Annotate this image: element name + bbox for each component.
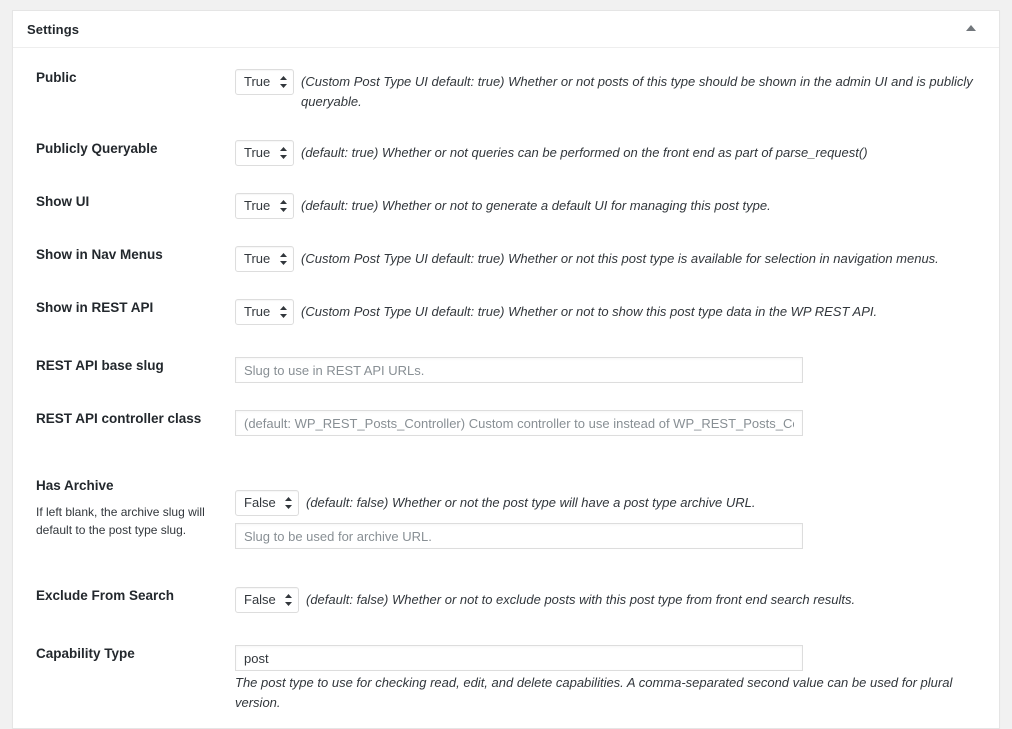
select-wrap-show-in-nav-menus: True [235,246,301,273]
field-control-cell-capability-type: The post type to use for checking read, … [235,645,999,713]
field-label-cell-show-ui: Show UI [13,193,235,211]
description-show-in-nav-menus: (Custom Post Type UI default: true) Whet… [301,251,939,267]
field-row-rest-api-base-slug: REST API base slug [13,357,999,384]
description-show-ui: (default: true) Whether or not to genera… [301,198,771,214]
settings-panel-header[interactable]: Settings [13,11,999,48]
settings-panel: Settings Public True (Custom Post Type U… [12,10,1000,729]
field-control-cell-rest-api-controller-class [235,410,999,437]
select-wrap-show-ui: True [235,193,301,220]
input-has-archive-slug[interactable] [235,523,803,550]
description-has-archive: (default: false) Whether or not the post… [306,495,756,511]
field-row-exclude-from-search: Exclude From Search False (default: fals… [13,587,999,614]
field-label-cell-show-in-nav-menus: Show in Nav Menus [13,246,235,264]
field-row-show-in-rest-api: Show in REST API True (Custom Post Type … [13,299,999,326]
field-control-cell-exclude-from-search: False (default: false) Whether or not to… [235,587,999,614]
description-capability-type: The post type to use for checking read, … [235,675,953,711]
field-control-cell-show-in-rest-api: True (Custom Post Type UI default: true)… [235,299,999,326]
field-label-cell-public: Public [13,69,235,87]
select-show-in-nav-menus[interactable]: True [235,246,294,273]
field-row-has-archive: Has Archive If left blank, the archive s… [13,477,999,550]
select-exclude-from-search[interactable]: False [235,587,299,614]
select-wrap-has-archive: False [235,490,306,517]
field-control-cell-publicly-queryable: True (default: true) Whether or not quer… [235,140,999,167]
field-control-cell-show-in-nav-menus: True (Custom Post Type UI default: true)… [235,246,999,273]
field-row-rest-api-controller-class: REST API controller class [13,410,999,437]
label-public: Public [36,70,77,85]
select-public[interactable]: True [235,69,294,95]
select-wrap-publicly-queryable: True [235,140,301,167]
field-control-cell-has-archive: False (default: false) Whether or not th… [235,477,999,550]
field-row-publicly-queryable: Publicly Queryable True (default: true) … [13,140,999,167]
field-label-cell-rest-api-controller-class: REST API controller class [13,410,235,428]
select-show-in-rest-api[interactable]: True [235,299,294,326]
select-show-ui[interactable]: True [235,193,294,220]
field-row-show-ui: Show UI True (default: true) Whether or … [13,193,999,220]
label-show-in-rest-api: Show in REST API [36,300,154,316]
field-control-cell-show-ui: True (default: true) Whether or not to g… [235,193,999,220]
select-wrap-exclude-from-search: False [235,587,306,614]
field-row-public: Public True (Custom Post Type UI default… [13,69,999,112]
field-label-cell-capability-type: Capability Type [13,645,235,663]
field-label-cell-has-archive: Has Archive If left blank, the archive s… [13,477,235,540]
label-capability-type: Capability Type [36,646,135,662]
field-control-cell-rest-api-base-slug [235,357,999,384]
triangle-up-icon[interactable] [963,21,979,37]
page-title: Settings [27,21,80,37]
input-rest-api-controller-class[interactable] [235,410,803,437]
field-label-cell-show-in-rest-api: Show in REST API [13,299,235,317]
description-show-in-rest-api: (Custom Post Type UI default: true) Whet… [301,304,878,320]
select-wrap-public: True [235,69,301,95]
select-has-archive[interactable]: False [235,490,299,517]
field-label-cell-exclude-from-search: Exclude From Search [13,587,235,605]
sublabel-has-archive: If left blank, the archive slug will def… [36,504,205,538]
field-row-show-in-nav-menus: Show in Nav Menus True (Custom Post Type… [13,246,999,273]
field-control-cell-public: True (Custom Post Type UI default: true)… [235,69,999,112]
label-show-ui: Show UI [36,194,90,210]
settings-fields: Public True (Custom Post Type UI default… [13,69,999,728]
label-rest-api-controller-class: REST API controller class [36,411,202,427]
label-exclude-from-search: Exclude From Search [36,588,175,604]
description-publicly-queryable: (default: true) Whether or not queries c… [301,145,868,161]
label-has-archive: Has Archive [36,478,114,494]
input-capability-type[interactable] [235,645,803,672]
field-row-capability-type: Capability Type The post type to use for… [13,645,999,713]
label-rest-api-base-slug: REST API base slug [36,358,164,374]
label-publicly-queryable: Publicly Queryable [36,141,158,157]
field-label-cell-rest-api-base-slug: REST API base slug [13,357,235,375]
input-rest-api-base-slug[interactable] [235,357,803,384]
description-exclude-from-search: (default: false) Whether or not to exclu… [306,592,856,608]
description-public: (Custom Post Type UI default: true) Whet… [301,74,973,110]
field-label-cell-publicly-queryable: Publicly Queryable [13,140,235,158]
select-publicly-queryable[interactable]: True [235,140,294,167]
label-show-in-nav-menus: Show in Nav Menus [36,247,163,263]
select-wrap-show-in-rest-api: True [235,299,301,326]
